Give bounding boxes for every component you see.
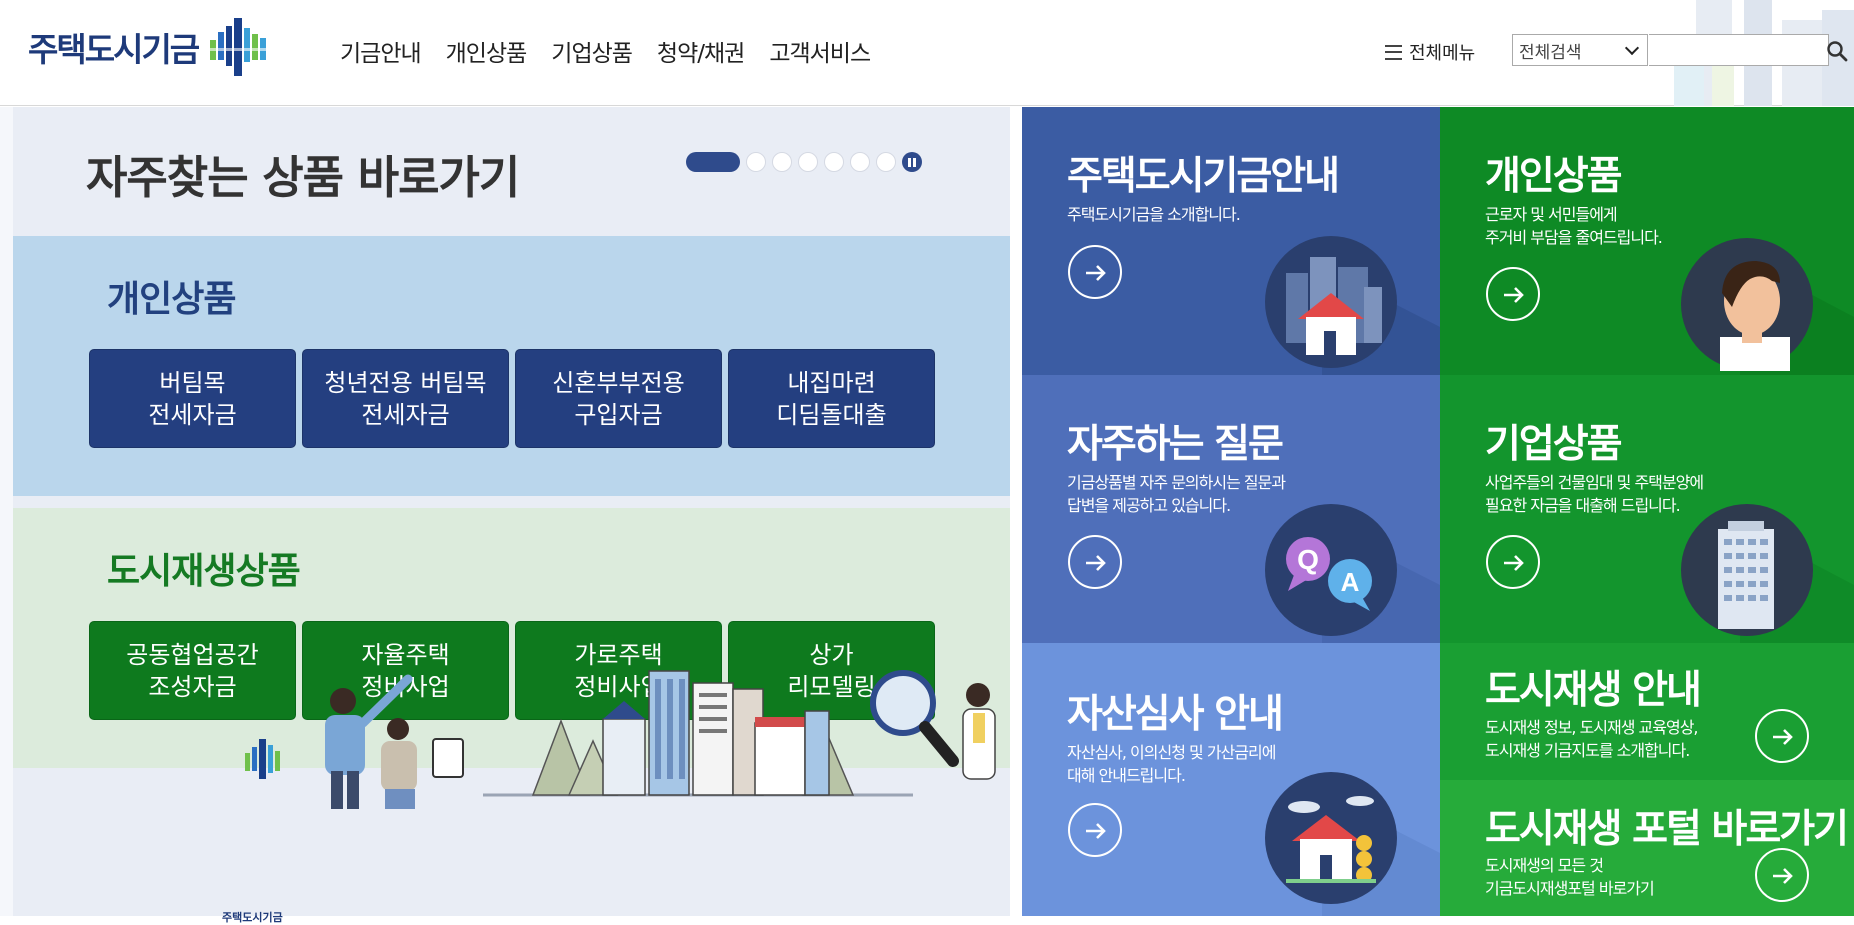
product-button-youth-beotimmok[interactable]: 청년전용 버팀목 전세자금	[302, 349, 509, 448]
tile-description: 자산심사, 이의신청 및 가산금리에 대해 안내드립니다.	[1067, 743, 1276, 785]
search-icon[interactable]	[1825, 39, 1849, 63]
arrow-icon[interactable]	[1755, 848, 1809, 902]
search-scope-value: 전체검색	[1519, 42, 1582, 63]
tile-description: 주택도시기금을 소개합니다.	[1067, 205, 1241, 224]
pause-icon[interactable]	[902, 152, 922, 172]
personal-products-section: 개인상품 버팀목 전세자금 청년전용 버팀목 전세자금 신혼부부전용 구입자금 …	[13, 236, 1010, 496]
arrow-icon[interactable]	[1486, 267, 1540, 321]
svg-text:A: A	[1341, 567, 1360, 597]
tile-title: 개인상품	[1485, 154, 1623, 199]
site-logo[interactable]: 주택도시기금	[28, 18, 272, 76]
pager-dot-active[interactable]	[686, 152, 740, 172]
shortcut-panel: 자주찾는 상품 바로가기 개인상품 버팀목 전세자금 청년전용 버팀목 전세자금…	[0, 107, 1022, 924]
building-icon	[1681, 504, 1813, 636]
arrow-icon[interactable]	[1486, 535, 1540, 589]
main-nav: 기금안내 개인상품 기업상품 청약/채권 고객서비스	[340, 34, 895, 68]
tile-fund-guide[interactable]: 주택도시기금안내 주택도시기금을 소개합니다.	[1022, 107, 1440, 375]
pager-dot[interactable]	[798, 152, 818, 172]
nav-fund-guide[interactable]: 기금안내	[340, 34, 422, 68]
tile-description: 도시재생 정보, 도시재생 교육영상, 도시재생 기금지도를 소개합니다.	[1485, 718, 1699, 760]
tile-asset-review[interactable]: 자산심사 안내 자산심사, 이의신청 및 가산금리에 대해 안내드립니다.	[1022, 643, 1440, 916]
nav-subscription-bonds[interactable]: 청약/채권	[657, 34, 745, 68]
tile-description: 사업주들의 건물임대 및 주택분양에 필요한 자금을 대출해 드립니다.	[1485, 473, 1704, 515]
personal-product-buttons: 버팀목 전세자금 청년전용 버팀목 전세자금 신혼부부전용 구입자금 내집마련 …	[89, 349, 941, 448]
tile-title: 도시재생 안내	[1485, 668, 1702, 713]
carousel-pager	[686, 152, 922, 172]
search-scope-select[interactable]: 전체검색	[1512, 34, 1648, 66]
tile-urban-regeneration-guide[interactable]: 도시재생 안내 도시재생 정보, 도시재생 교육영상, 도시재생 기금지도를 소…	[1440, 643, 1854, 780]
qa-bubbles-icon: Q A	[1265, 504, 1397, 636]
tile-title: 자산심사 안내	[1067, 692, 1284, 737]
section-title: 개인상품	[107, 279, 236, 320]
product-button-newlywed-purchase[interactable]: 신혼부부전용 구입자금	[515, 349, 722, 448]
tile-title: 도시재생 포털 바로가기	[1485, 807, 1849, 852]
tile-description: 도시재생의 모든 것 기금도시재생포털 바로가기	[1485, 856, 1655, 898]
tile-description: 근로자 및 서민들에게 주거비 부담을 줄여드립니다.	[1485, 205, 1663, 247]
nav-business-products[interactable]: 기업상품	[551, 34, 633, 68]
nav-personal-products[interactable]: 개인상품	[446, 34, 528, 68]
section-title: 도시재생상품	[107, 551, 301, 592]
chevron-down-icon	[1624, 40, 1640, 55]
tile-title: 자주하는 질문	[1067, 422, 1284, 467]
illustration-logo-icon	[245, 739, 280, 779]
pager-dot[interactable]	[876, 152, 896, 172]
tile-personal-products[interactable]: 개인상품 근로자 및 서민들에게 주거비 부담을 줄여드립니다.	[1440, 107, 1854, 375]
pager-dot[interactable]	[746, 152, 766, 172]
pager-dot[interactable]	[850, 152, 870, 172]
site-header: 주택도시기금 기금안내 개인상품 기업상품 청약/채권 고객서비스 전체메뉴 전…	[0, 0, 1854, 106]
tile-business-products[interactable]: 기업상품 사업주들의 건물임대 및 주택분양에 필요한 자금을 대출해 드립니다…	[1440, 375, 1854, 643]
arrow-icon[interactable]	[1068, 245, 1122, 299]
city-people-illustration	[245, 670, 996, 809]
product-button-beotimmok[interactable]: 버팀목 전세자금	[89, 349, 296, 448]
arrow-icon[interactable]	[1068, 803, 1122, 857]
tile-urban-regeneration-portal[interactable]: 도시재생 포털 바로가기 도시재생의 모든 것 기금도시재생포털 바로가기	[1440, 780, 1854, 916]
nav-customer-service[interactable]: 고객서비스	[769, 34, 871, 68]
tile-title: 기업상품	[1485, 422, 1623, 467]
all-menu-label: 전체메뉴	[1409, 43, 1476, 64]
pager-dot[interactable]	[824, 152, 844, 172]
search-input[interactable]	[1649, 34, 1829, 66]
pager-dot[interactable]	[772, 152, 792, 172]
tile-title: 주택도시기금안내	[1067, 154, 1340, 199]
tile-description: 기금상품별 자주 문의하시는 질문과 답변을 제공하고 있습니다.	[1067, 473, 1286, 515]
svg-text:Q: Q	[1297, 544, 1319, 575]
logo-mark-icon	[210, 18, 267, 76]
all-menu-button[interactable]: 전체메뉴	[1385, 39, 1475, 65]
arrow-icon[interactable]	[1755, 709, 1809, 763]
hamburger-icon	[1385, 44, 1402, 60]
logo-text: 주택도시기금	[28, 30, 200, 69]
person-icon	[1681, 238, 1813, 371]
arrow-icon[interactable]	[1068, 535, 1122, 589]
tile-faq[interactable]: 자주하는 질문 기금상품별 자주 문의하시는 질문과 답변을 제공하고 있습니다…	[1022, 375, 1440, 643]
house-coins-icon	[1265, 772, 1397, 904]
product-button-didimdol[interactable]: 내집마련 디딤돌대출	[728, 349, 935, 448]
illustration-logo-text: 주택도시기금	[222, 911, 283, 924]
shortcut-title: 자주찾는 상품 바로가기	[86, 151, 520, 204]
city-house-icon	[1265, 236, 1397, 368]
